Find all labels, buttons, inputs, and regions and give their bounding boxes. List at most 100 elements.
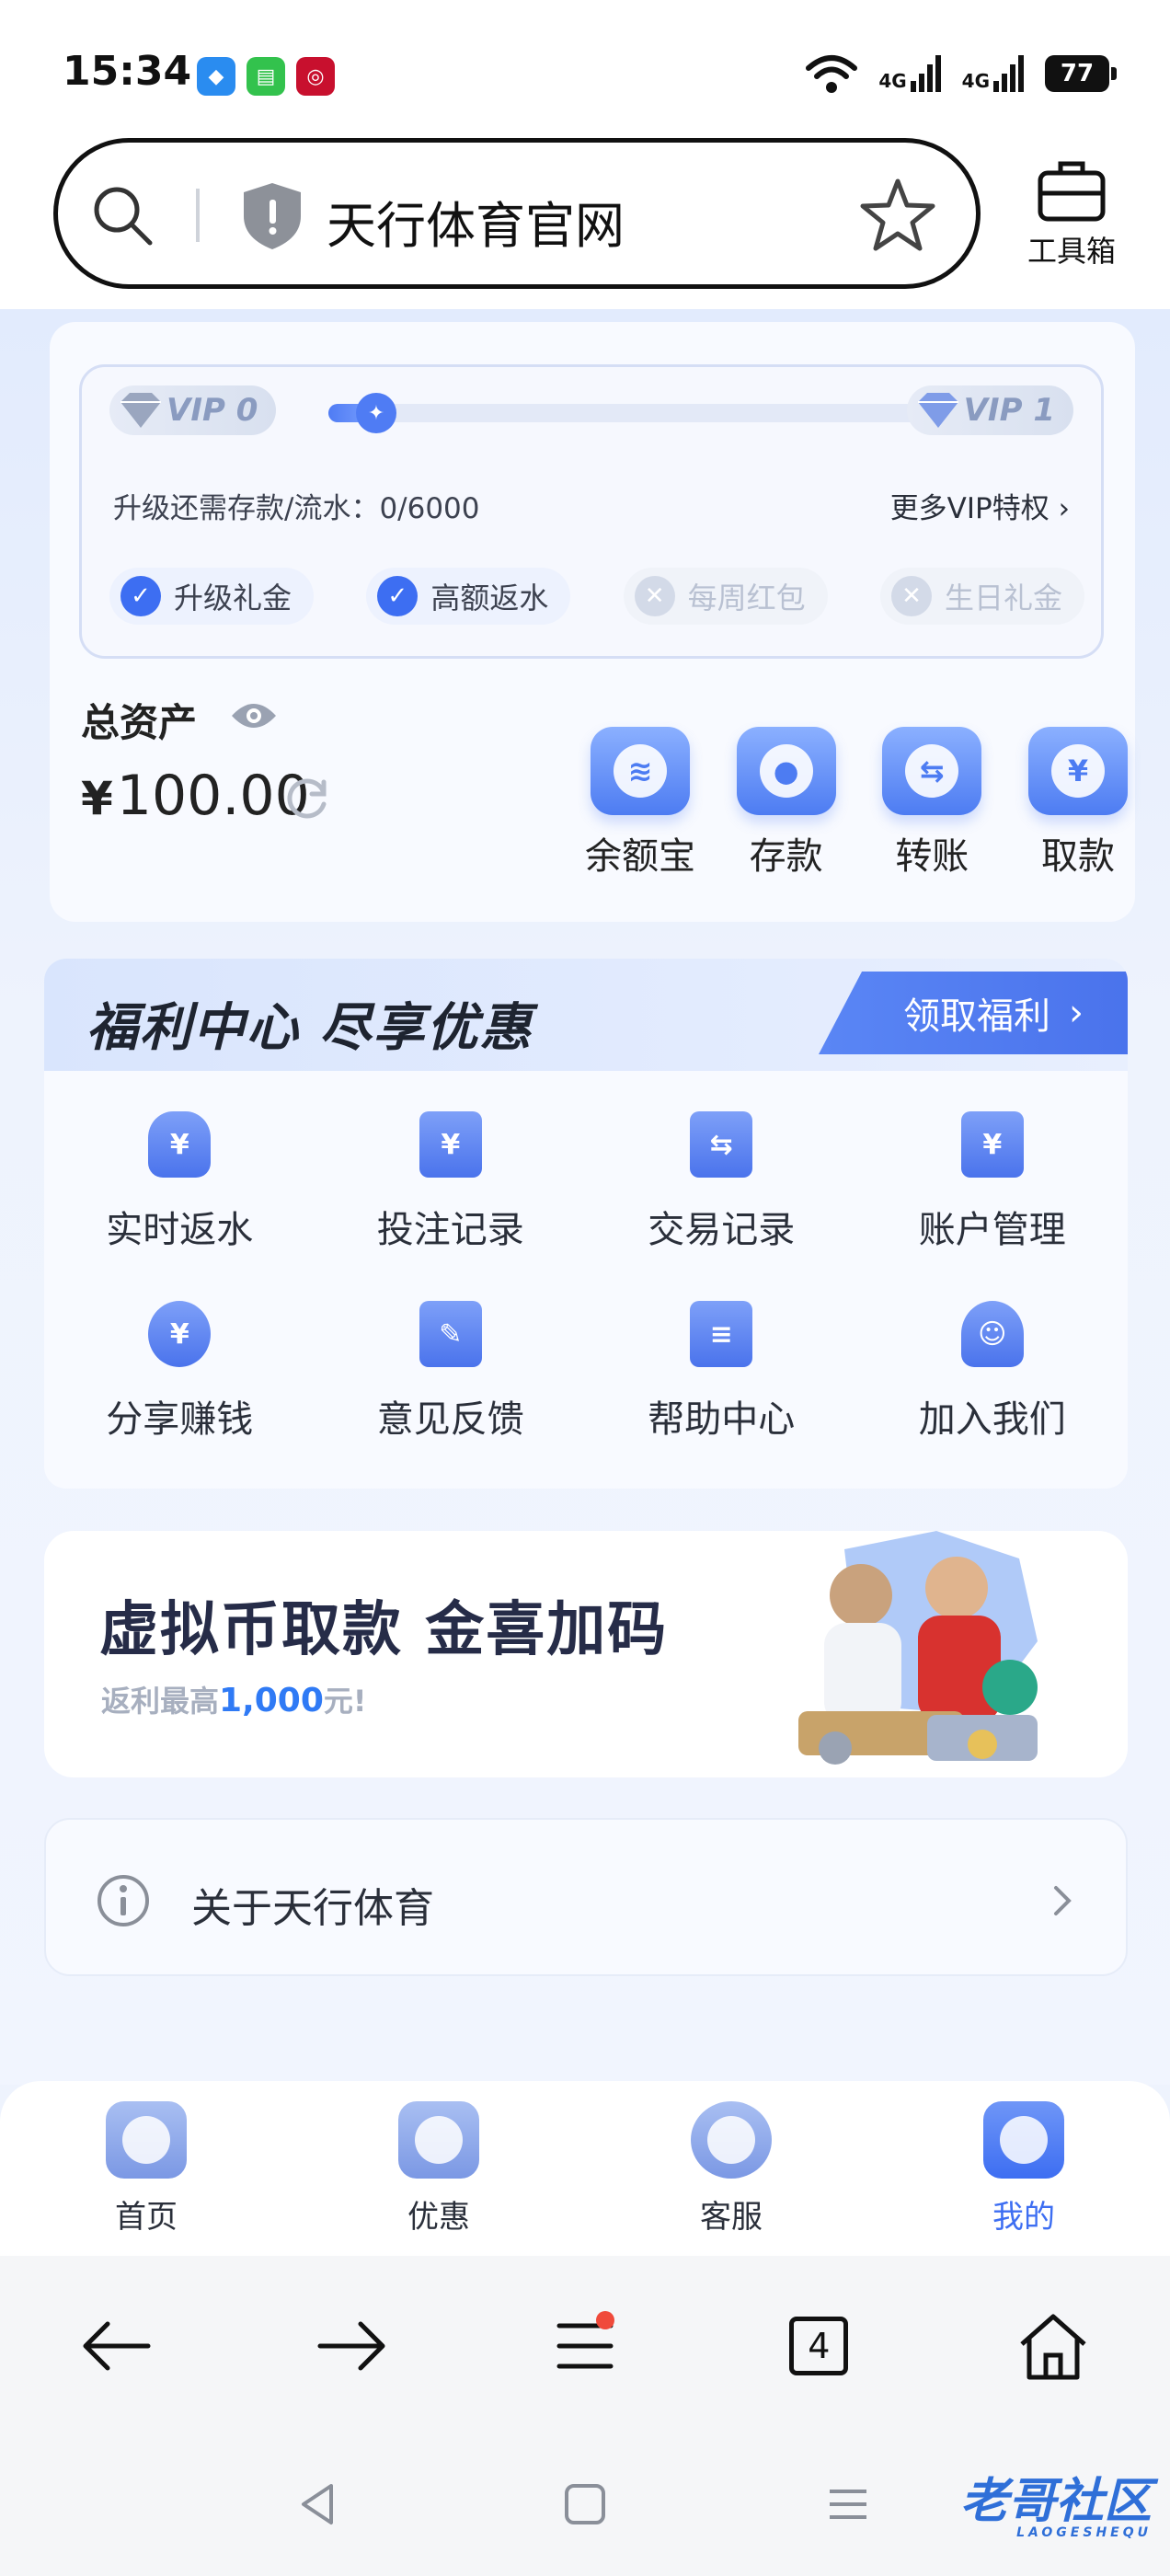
- system-recents-icon[interactable]: [820, 2477, 876, 2532]
- search-icon[interactable]: [91, 184, 154, 247]
- diamond-icon: [120, 393, 161, 428]
- quick-action-transfer[interactable]: ⇆ 转账: [866, 727, 998, 880]
- user-profile-icon: [983, 2101, 1064, 2179]
- arrow-left-icon: [83, 2321, 151, 2371]
- tab-mine[interactable]: 我的: [932, 2101, 1116, 2256]
- bank-notification-icon: ◎: [296, 57, 335, 96]
- status-bar: 15:34 ◆ ▤ ◎ 4G 4G 77: [0, 0, 1170, 138]
- vip-perks: ✓ 升级礼金 ✓ 高额返水 ✕ 每周红包 ✕ 生日礼金: [109, 568, 1084, 625]
- perk-status-icon: ✕: [634, 576, 675, 616]
- vip-progress-bar: ✦: [328, 393, 956, 433]
- vip-perk: ✕ 生日礼金: [879, 568, 1084, 625]
- more-vip-link[interactable]: 更多VIP特权 ›: [890, 485, 1070, 526]
- help-book-icon: ≡: [679, 1297, 763, 1371]
- welfare-title: 福利中心 尽享优惠: [86, 998, 533, 1058]
- join-users-icon: ☺: [950, 1297, 1035, 1371]
- tab-home[interactable]: 首页: [54, 2101, 238, 2256]
- deposit-toggle-icon: ●: [736, 727, 836, 815]
- menu-button[interactable]: [530, 2291, 640, 2401]
- eye-icon[interactable]: [230, 699, 278, 732]
- quick-action-deposit[interactable]: ● 存款: [720, 727, 853, 880]
- tab-promotions[interactable]: 优惠: [347, 2101, 531, 2256]
- battery-indicator: 77: [1045, 55, 1117, 92]
- account-card: VIP 0 ✦ VIP 1 升级还需存款/流水：0/6000 更多VIP特权 ›…: [50, 322, 1135, 922]
- app-notification-icon: ◆: [197, 57, 235, 96]
- vip-progress-panel: VIP 0 ✦ VIP 1 升级还需存款/流水：0/6000 更多VIP特权 ›…: [79, 364, 1104, 659]
- hand-coin-icon: ¥: [137, 1297, 222, 1371]
- system-back-icon[interactable]: [291, 2477, 346, 2532]
- home-button[interactable]: [998, 2291, 1108, 2401]
- promo-banner[interactable]: 虚拟币取款 金喜加码 返利最高1,000元!: [44, 1531, 1128, 1777]
- chevron-right-icon: ›: [1069, 992, 1084, 1034]
- tabs-button[interactable]: 4: [763, 2291, 874, 2401]
- address-divider: [196, 189, 200, 242]
- menu-feedback[interactable]: ✎ 意见反馈: [315, 1297, 587, 1443]
- browser-toolbar: 天行体育官网 工具箱: [0, 138, 1170, 309]
- browser-bottom-nav: 4: [0, 2256, 1170, 2436]
- menu-share-earn[interactable]: ¥ 分享赚钱: [44, 1297, 315, 1443]
- signal-strength-1: 4G: [878, 55, 941, 92]
- shield-icon[interactable]: [240, 181, 304, 251]
- status-indicators: 4G 4G 77: [805, 53, 1117, 94]
- wifi-icon: [806, 55, 858, 93]
- banner-players-coins-illustration: [798, 1531, 1038, 1765]
- tab-customer-service[interactable]: 客服: [639, 2101, 823, 2256]
- diamond-icon: [917, 393, 958, 428]
- perk-status-icon: ✓: [120, 576, 161, 616]
- claim-welfare-button[interactable]: 领取福利 ›: [819, 972, 1128, 1054]
- home-icon: [106, 2101, 187, 2179]
- total-assets-amount: ¥100.00: [81, 764, 310, 828]
- money-bag-icon: ¥: [137, 1108, 222, 1181]
- welfare-header: 福利中心 尽享优惠 领取福利 ›: [44, 959, 1128, 1071]
- status-time: 15:34: [63, 48, 192, 95]
- quick-actions: ≋ 余额宝 ● 存款 ⇆ 转账 ¥ 取款: [574, 727, 1144, 880]
- headset-icon: [691, 2101, 772, 2179]
- banner-subtitle: 返利最高1,000元!: [101, 1682, 367, 1719]
- messages-notification-icon: ▤: [247, 57, 285, 96]
- vip-perk: ✓ 升级礼金: [109, 568, 315, 625]
- transfer-icon: ⇆: [882, 727, 982, 815]
- menu-help-center[interactable]: ≡ 帮助中心: [586, 1297, 857, 1443]
- home-outline-icon: [1020, 2314, 1086, 2380]
- menu-realtime-rebate[interactable]: ¥ 实时返水: [44, 1108, 315, 1253]
- system-home-icon[interactable]: [557, 2477, 613, 2532]
- transaction-record-icon: ⇆: [679, 1108, 763, 1181]
- welfare-menu-grid: ¥ 实时返水 ¥ 投注记录 ⇆ 交易记录 ¥ 账户管理 ¥ 分享赚钱 ✎ 意见反…: [44, 1108, 1128, 1443]
- arrow-right-icon: [317, 2321, 385, 2371]
- address-bar[interactable]: 天行体育官网: [53, 138, 981, 289]
- menu-transaction-records[interactable]: ⇆ 交易记录: [586, 1108, 857, 1253]
- back-button[interactable]: [62, 2291, 172, 2401]
- about-label: 关于天行体育: [191, 1885, 434, 1932]
- status-notification-icons: ◆ ▤ ◎: [197, 57, 335, 96]
- withdraw-yen-icon: ¥: [1027, 727, 1128, 815]
- info-icon: [98, 1875, 149, 1926]
- refresh-icon[interactable]: [283, 775, 331, 822]
- vip-perk: ✓ 高额返水: [366, 568, 571, 625]
- banner-title: 虚拟币取款 金喜加码: [99, 1596, 669, 1664]
- chevron-right-icon: [1054, 1886, 1072, 1915]
- menu-bet-records[interactable]: ¥ 投注记录: [315, 1108, 587, 1253]
- vip-upgrade-requirement: 升级还需存款/流水：0/6000: [113, 492, 480, 525]
- tab-count: 4: [789, 2317, 849, 2375]
- forward-button[interactable]: [296, 2291, 407, 2401]
- toolbox-button[interactable]: 工具箱: [1012, 158, 1131, 270]
- menu-join-us[interactable]: ☺ 加入我们: [857, 1297, 1129, 1443]
- bet-record-icon: ¥: [408, 1108, 493, 1181]
- quick-action-withdraw[interactable]: ¥ 取款: [1012, 727, 1144, 880]
- quick-action-yuebao[interactable]: ≋ 余额宝: [574, 727, 706, 880]
- toolbox-label: 工具箱: [1027, 234, 1116, 269]
- chevron-right-icon: ›: [1058, 492, 1070, 525]
- app-tab-bar: 首页 优惠 客服 我的: [0, 2081, 1170, 2256]
- vip-next-badge: VIP 1: [906, 385, 1073, 435]
- bookmark-star-icon[interactable]: [858, 176, 937, 255]
- about-row[interactable]: 关于天行体育: [44, 1818, 1128, 1976]
- promo-gift-icon: [398, 2101, 479, 2179]
- stack-coins-icon: ≋: [591, 727, 690, 815]
- menu-account-management[interactable]: ¥ 账户管理: [857, 1108, 1129, 1253]
- url-text[interactable]: 天行体育官网: [327, 185, 625, 258]
- vip-current-badge: VIP 0: [109, 385, 277, 435]
- cell-signal-icon: [993, 55, 1024, 92]
- toolbox-icon: [1038, 161, 1106, 222]
- cell-signal-icon: [910, 55, 941, 92]
- account-folder-icon: ¥: [950, 1108, 1035, 1181]
